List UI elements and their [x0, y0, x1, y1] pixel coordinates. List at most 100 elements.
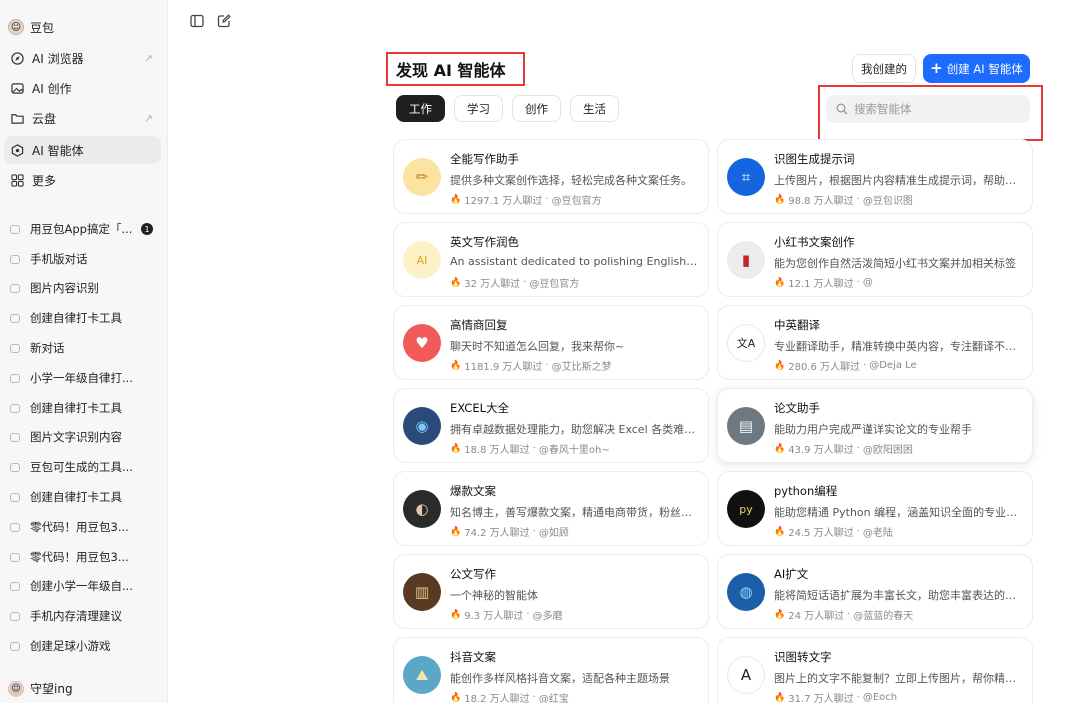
chat-count: 1297.1 万人聊过: [464, 196, 543, 207]
agent-card[interactable]: A 识图转文字 图片上的文字不能复制？立即上传图片，帮你精准... 🔥 31.7 万人聊…: [717, 637, 1033, 703]
external-link-icon: ↗: [143, 111, 153, 125]
create-agent-button[interactable]: + 创建 AI 智能体: [923, 54, 1030, 83]
agent-card[interactable]: ▮ 小红书文案创作 能为您创作自然活泼简短小红书文案并加相关标签 🔥 12.1 万人聊过…: [717, 222, 1033, 297]
agent-description: 能为您创作自然活泼简短小红书文案并加相关标签: [774, 257, 1016, 270]
agent-meta: 🔥 43.9 万人聊过 · @欧阳困困: [774, 441, 913, 456]
chat-bubble-icon: [10, 403, 20, 413]
agent-name: EXCEL大全: [450, 401, 510, 415]
nav-more[interactable]: 更多: [4, 166, 161, 194]
meta-separator: ·: [847, 609, 851, 620]
chat-bubble-icon: [10, 432, 20, 442]
chat-item[interactable]: 创建自律打卡工具: [4, 484, 161, 510]
chat-label: 手机版对话: [30, 252, 88, 266]
sidebar-toggle-icon[interactable]: [189, 13, 205, 29]
chat-item[interactable]: 零代码！用豆包3...: [4, 544, 161, 570]
tab-work[interactable]: 工作: [396, 95, 445, 122]
meta-separator: ·: [856, 692, 860, 703]
agent-description: 图片上的文字不能复制？立即上传图片，帮你精准...: [774, 672, 1022, 685]
flame-icon: 🔥: [450, 526, 462, 537]
agent-author: @Eoch: [862, 692, 898, 703]
tab-life[interactable]: 生活: [570, 95, 619, 122]
chat-count: 1181.9 万人聊过: [464, 362, 543, 373]
agent-author: @欧阳困困: [862, 445, 913, 456]
chat-item[interactable]: 创建小学一年级自...: [4, 573, 161, 599]
chat-bubble-icon: [10, 522, 20, 532]
agent-author: @豆包识图: [862, 196, 913, 207]
chat-label: 创建自律打卡工具: [30, 311, 122, 325]
chat-item[interactable]: 创建自律打卡工具: [4, 395, 161, 421]
chat-item[interactable]: 图片内容识别: [4, 275, 161, 301]
nav-ai-create[interactable]: AI 创作: [4, 74, 161, 102]
chat-bubble-icon: [10, 254, 20, 264]
tab-study[interactable]: 学习: [454, 95, 503, 122]
agent-meta: 🔥 31.7 万人聊过 · @Eoch: [774, 690, 897, 703]
nav-ai-agents[interactable]: AI 智能体: [4, 136, 161, 164]
nav-ai-browser[interactable]: AI 浏览器 ↗: [4, 44, 161, 72]
chat-item[interactable]: 手机内存清理建议: [4, 603, 161, 629]
tab-create[interactable]: 创作: [512, 95, 561, 122]
paper-icon: ▤: [727, 407, 765, 445]
agent-card[interactable]: ◍ AI扩文 能将简短话语扩展为丰富长文，助您丰富表达的伙... 🔥 24 万人聊过 · @…: [717, 554, 1033, 629]
agent-card[interactable]: ▥ 公文写作 一个神秘的智能体 🔥 9.3 万人聊过 · @多磨: [393, 554, 709, 629]
chat-item[interactable]: 创建自律打卡工具: [4, 305, 161, 331]
agent-meta: 🔥 12.1 万人聊过 · @: [774, 275, 873, 290]
agent-name: 英文写作润色: [450, 235, 519, 249]
agent-card[interactable]: ◐ 爆款文案 知名博主，善写爆款文案，精通电商带货，粉丝众... 🔥 74.2 万人聊过…: [393, 471, 709, 546]
chat-label: 创建小学一年级自...: [30, 579, 133, 593]
meta-separator: ·: [526, 609, 530, 620]
grid-icon: [10, 173, 24, 187]
chat-bubble-icon: [10, 492, 20, 502]
agent-description: 能创作多样风格抖音文案，适配各种主题场景: [450, 672, 670, 685]
agent-name: 公文写作: [450, 567, 496, 581]
agent-card[interactable]: ◉ EXCEL大全 拥有卓越数据处理能力，助您解决 Excel 各类难题... 🔥 18…: [393, 388, 709, 463]
chat-item[interactable]: 豆包可生成的工具...: [4, 454, 161, 480]
agent-meta: 🔥 74.2 万人聊过 · @如顾: [450, 524, 569, 539]
agent-meta: 🔥 18.2 万人聊过 · @红宝: [450, 690, 569, 703]
user-profile[interactable]: ☺ 守望ing: [8, 680, 73, 697]
agent-card[interactable]: ⛰ 抖音文案 能创作多样风格抖音文案，适配各种主题场景 🔥 18.2 万人聊过 · @红宝: [393, 637, 709, 703]
my-agents-button[interactable]: 我创建的: [852, 54, 916, 83]
meta-separator: ·: [856, 443, 860, 454]
agent-card[interactable]: AI 英文写作润色 An assistant dedicated to polish…: [393, 222, 709, 297]
agent-card[interactable]: ⌗ 识图生成提示词 上传图片，根据图片内容精准生成提示词，帮助你... 🔥 98.8 万…: [717, 139, 1033, 214]
agent-card[interactable]: py python编程 能助您精通 Python 编程，涵盖知识全面的专业助手 🔥 24…: [717, 471, 1033, 546]
chat-item[interactable]: 零代码！用豆包3...: [4, 514, 161, 540]
chat-item[interactable]: 创建足球小游戏: [4, 633, 161, 659]
chat-item[interactable]: 图片文字识别内容: [4, 424, 161, 450]
chat-bubble-icon: [10, 373, 20, 383]
agent-description: 能助您精通 Python 编程，涵盖知识全面的专业助手: [774, 506, 1022, 519]
chat-item[interactable]: 小学一年级自律打...: [4, 365, 161, 391]
chat-bubble-icon: [10, 581, 20, 591]
agent-card[interactable]: ▤ 论文助手 能助力用户完成严谨详实论文的专业帮手 🔥 43.9 万人聊过 · @欧阳困困: [717, 388, 1033, 463]
flame-icon: 🔥: [450, 443, 462, 454]
chat-label: 小学一年级自律打...: [30, 371, 133, 385]
nav-label: AI 创作: [32, 81, 72, 96]
new-chat-icon[interactable]: [216, 13, 232, 29]
chat-label: 手机内存清理建议: [30, 609, 122, 623]
chat-item[interactable]: 用豆包App搞定「... 1: [4, 216, 161, 242]
chat-bubble-icon: [10, 224, 20, 234]
agent-card[interactable]: ♥ 高情商回复 聊天时不知道怎么回复，我来帮你~ 🔥 1181.9 万人聊过 · @艾比斯之…: [393, 305, 709, 380]
brand[interactable]: ☺ 豆包: [8, 16, 54, 38]
chat-label: 用豆包App搞定「...: [30, 222, 133, 236]
agent-name: 识图转文字: [774, 650, 832, 664]
agent-description: 聊天时不知道怎么回复，我来帮你~: [450, 340, 625, 353]
chat-count: 31.7 万人聊过: [788, 694, 854, 703]
meta-separator: ·: [523, 277, 527, 288]
compass-icon: [10, 51, 24, 65]
agent-card[interactable]: 文A 中英翻译 专业翻译助手，精准转换中英内容，专注翻译不涉... 🔥 280.6 万人…: [717, 305, 1033, 380]
agent-meta: 🔥 98.8 万人聊过 · @豆包识图: [774, 192, 913, 207]
flame-icon: 🔥: [774, 194, 786, 205]
nav-label: AI 浏览器: [32, 51, 84, 66]
chat-count: 9.3 万人聊过: [464, 611, 524, 622]
nav-cloud-drive[interactable]: 云盘 ↗: [4, 104, 161, 132]
category-tabs: 工作 学习 创作 生活: [396, 95, 619, 122]
chat-item[interactable]: 新对话: [4, 335, 161, 361]
nav-label: AI 智能体: [32, 143, 84, 158]
chat-label: 创建自律打卡工具: [30, 490, 122, 504]
chat-count: 24 万人聊过: [788, 611, 845, 622]
search-input[interactable]: 搜索智能体: [826, 95, 1030, 123]
chat-item[interactable]: 手机版对话: [4, 246, 161, 272]
agent-card[interactable]: ✏ 全能写作助手 提供多种文案创作选择，轻松完成各种文案任务。 🔥 1297.1 万人聊…: [393, 139, 709, 214]
chat-bubble-icon: [10, 313, 20, 323]
